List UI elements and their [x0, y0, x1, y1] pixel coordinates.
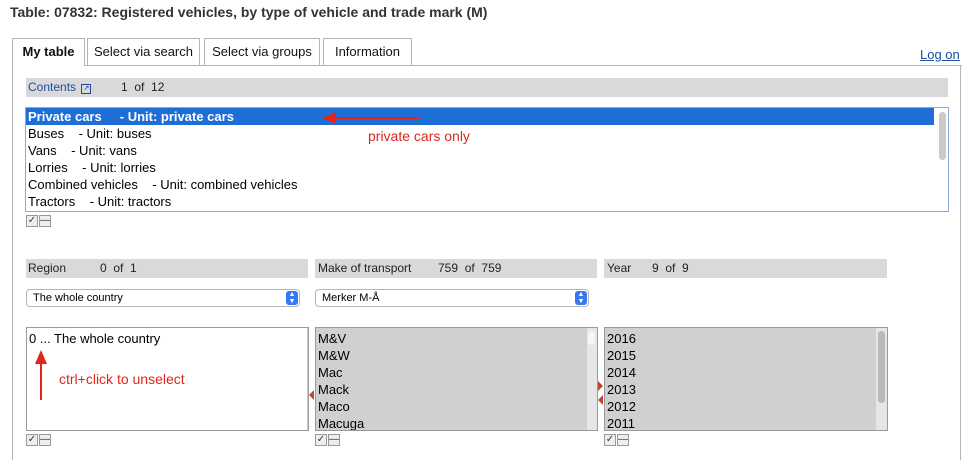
contents-listbox[interactable]: Private cars - Unit: private cars Buses …: [25, 107, 949, 212]
region-scrollbar[interactable]: [307, 328, 308, 430]
list-item[interactable]: Macuga: [316, 415, 597, 430]
select-all-icon[interactable]: ✓: [604, 434, 616, 446]
make-header: Make of transport 759 of 759: [315, 259, 597, 278]
year-select-toggles: ✓ —: [604, 433, 630, 446]
list-item[interactable]: Tractors - Unit: tractors: [26, 193, 948, 210]
region-select-toggles: ✓ —: [26, 433, 52, 446]
select-all-icon[interactable]: ✓: [26, 434, 38, 446]
year-scrollbar[interactable]: [876, 328, 887, 430]
list-item[interactable]: 0 ... The whole country: [27, 330, 308, 347]
year-listbox[interactable]: 2016 2015 2014 2013 2012 2011: [604, 327, 888, 431]
region-dropdown[interactable]: The whole country ▲ ▼: [26, 289, 300, 307]
tab-select-via-search[interactable]: Select via search: [87, 38, 200, 65]
list-item[interactable]: Vans - Unit: vans: [26, 142, 948, 159]
list-item[interactable]: 2013: [605, 381, 887, 398]
expand-right-icon[interactable]: [598, 381, 603, 391]
annotation-arrow-left-icon: [322, 112, 420, 124]
scrollbar-thumb[interactable]: [878, 331, 885, 403]
annotation-private-cars: private cars only: [368, 128, 470, 144]
list-item[interactable]: Mac: [316, 364, 597, 381]
list-item[interactable]: 2014: [605, 364, 887, 381]
contents-scrollbar[interactable]: [938, 109, 947, 210]
deselect-all-icon[interactable]: —: [39, 434, 51, 446]
contents-count: 1 of 12: [121, 80, 165, 94]
list-item[interactable]: M&W: [316, 347, 597, 364]
list-item[interactable]: 2016: [605, 330, 887, 347]
chevron-updown-icon: ▲ ▼: [575, 291, 587, 305]
deselect-all-icon[interactable]: —: [617, 434, 629, 446]
list-item[interactable]: Maco: [316, 398, 597, 415]
make-scrollbar[interactable]: [587, 328, 597, 430]
external-link-icon: ↗: [81, 84, 92, 94]
page-title: Table: 07832: Registered vehicles, by ty…: [10, 4, 488, 20]
tab-my-table[interactable]: My table: [12, 38, 85, 66]
log-on-link[interactable]: Log on: [920, 47, 960, 62]
region-header: Region 0 of 1: [26, 259, 308, 278]
make-count: 759 of 759: [438, 261, 502, 275]
deselect-all-icon[interactable]: —: [328, 434, 340, 446]
scrollbar-thumb[interactable]: [939, 112, 946, 160]
make-select-toggles: ✓ —: [315, 433, 341, 446]
year-header: Year 9 of 9: [604, 259, 887, 278]
select-all-icon[interactable]: ✓: [26, 215, 38, 227]
region-label: Region: [28, 261, 67, 275]
scrollbar-thumb[interactable]: [588, 331, 595, 345]
contents-link[interactable]: Contents: [28, 80, 76, 94]
list-item[interactable]: Lorries - Unit: lorries: [26, 159, 948, 176]
list-item[interactable]: 2012: [605, 398, 887, 415]
list-item[interactable]: 2015: [605, 347, 887, 364]
tab-information[interactable]: Information: [323, 38, 412, 65]
year-count: 9 of 9: [652, 261, 689, 275]
deselect-all-icon[interactable]: —: [39, 215, 51, 227]
list-item[interactable]: M&V: [316, 330, 597, 347]
contents-select-toggles: ✓ —: [26, 214, 52, 227]
annotation-ctrl-click: ctrl+click to unselect: [59, 371, 185, 387]
tab-select-via-groups[interactable]: Select via groups: [204, 38, 320, 65]
collapse-left-icon[interactable]: [309, 390, 314, 400]
list-item[interactable]: Buses - Unit: buses: [26, 125, 948, 142]
list-item[interactable]: Mack: [316, 381, 597, 398]
year-label: Year: [607, 261, 632, 275]
list-item[interactable]: 2011: [605, 415, 887, 430]
annotation-arrow-up-icon: [35, 350, 47, 400]
list-item[interactable]: Private cars - Unit: private cars: [26, 108, 934, 125]
make-dropdown[interactable]: Merker M-Å ▲ ▼: [315, 289, 589, 307]
select-all-icon[interactable]: ✓: [315, 434, 327, 446]
make-label: Make of transport: [318, 261, 412, 275]
collapse-left-icon[interactable]: [598, 395, 603, 405]
contents-header: Contents ↗ 1 of 12: [26, 78, 948, 97]
list-item[interactable]: Combined vehicles - Unit: combined vehic…: [26, 176, 948, 193]
make-listbox[interactable]: M&V M&W Mac Mack Maco Macuga: [315, 327, 598, 431]
region-count: 0 of 1: [100, 261, 137, 275]
chevron-updown-icon: ▲ ▼: [286, 291, 298, 305]
